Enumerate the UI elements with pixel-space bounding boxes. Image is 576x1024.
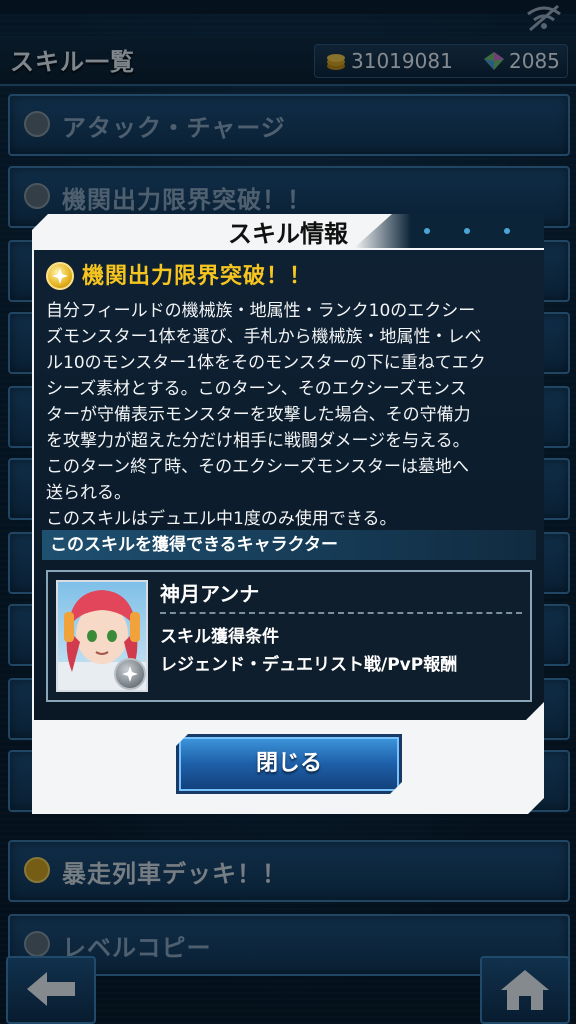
character-name: 神月アンナ xyxy=(160,582,260,606)
dialog-content: 機関出力限界突破！！ 自分フィールドの機械族・地属性・ランク10のエクシー ズモ… xyxy=(34,250,544,720)
skill-info-dialog: スキル情報 機関出力限界突破！！ 自分フィールドの機械族・地属性・ランク10のエ… xyxy=(32,214,544,814)
condition-label: スキル獲得条件 xyxy=(160,627,279,647)
skill-badge-icon xyxy=(114,658,146,690)
divider xyxy=(160,612,522,614)
dialog-title: スキル情報 xyxy=(228,220,348,248)
section-header: このスキルを獲得できるキャラクター xyxy=(42,530,536,560)
skill-star-icon xyxy=(46,262,74,290)
character-card: 神月アンナ スキル獲得条件 レジェンド・デュエリスト戦/PvP報酬 xyxy=(46,570,532,702)
condition-value: レジェンド・デュエリスト戦/PvP報酬 xyxy=(160,655,458,675)
skill-name: 機関出力限界突破！！ xyxy=(82,264,313,289)
skill-description: 自分フィールドの機械族・地属性・ランク10のエクシー ズモンスター1体を選び、手… xyxy=(46,301,486,529)
close-button[interactable]: 閉じる xyxy=(176,734,402,794)
